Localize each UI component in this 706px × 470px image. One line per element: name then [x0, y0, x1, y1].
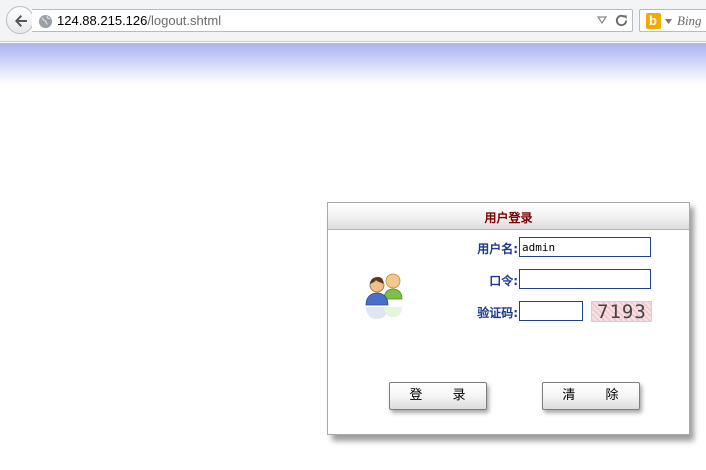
page-header-banner: [0, 43, 706, 85]
address-bar[interactable]: 124.88.215.126/logout.shtml: [32, 9, 633, 32]
captcha-label: 验证码:: [477, 306, 518, 320]
url-text: 124.88.215.126/logout.shtml: [57, 13, 221, 28]
url-dropdown-icon[interactable]: [597, 14, 607, 26]
reload-icon[interactable]: [614, 13, 629, 28]
captcha-input[interactable]: [519, 301, 583, 321]
search-engine-dropdown-icon[interactable]: [665, 19, 672, 24]
url-host: 124.88.215.126: [57, 13, 148, 28]
bing-icon[interactable]: b: [646, 13, 661, 29]
clear-button[interactable]: 清 除: [542, 382, 640, 410]
password-label: 口令:: [489, 274, 518, 288]
login-panel-title: 用户登录: [484, 211, 533, 225]
globe-icon: [38, 14, 53, 29]
search-placeholder: Bing: [677, 13, 702, 28]
username-input[interactable]: [519, 237, 651, 257]
captcha-image[interactable]: 7193: [591, 301, 652, 322]
captcha-text: 7193: [597, 301, 647, 322]
login-panel-header: 用户登录: [328, 203, 689, 230]
back-arrow-icon: [15, 15, 27, 27]
search-bar[interactable]: b Bing: [639, 9, 706, 32]
back-button[interactable]: [6, 6, 34, 34]
users-icon: [365, 273, 403, 319]
login-panel: 用户登录 用户名: 口令: 验证码: 7193 登 录 清 除: [327, 202, 690, 435]
url-path: /logout.shtml: [147, 13, 222, 28]
login-button[interactable]: 登 录: [389, 382, 487, 410]
password-input[interactable]: [519, 269, 651, 289]
username-label: 用户名:: [477, 242, 518, 256]
browser-toolbar: 124.88.215.126/logout.shtml b Bing: [0, 0, 706, 42]
